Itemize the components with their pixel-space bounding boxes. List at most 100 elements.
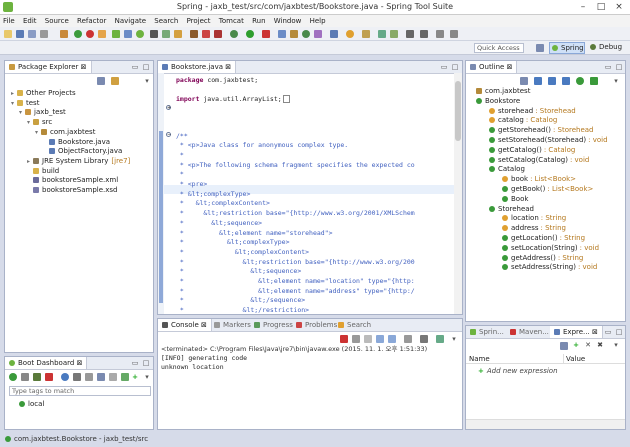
tree-item[interactable]: build [27,167,59,176]
outline-item[interactable]: com.jaxbtest [476,87,530,96]
outline-item[interactable]: getBook(): List<Book> [502,185,593,194]
menu-window[interactable]: Window [271,15,305,27]
build-icon[interactable] [60,30,68,38]
tree-item[interactable]: ▸ Other Projects [11,89,76,98]
spring-icon[interactable] [112,30,120,38]
search-icon[interactable] [346,30,354,38]
apply-icon[interactable] [162,30,170,38]
debug-start-icon[interactable] [33,373,41,381]
new-java-project-icon[interactable] [278,30,286,38]
tree-item[interactable]: ▾ test [11,99,39,108]
boot-target-local[interactable]: local [19,400,44,409]
close-tab-icon[interactable]: ⊠ [77,359,83,367]
terminate-icon[interactable] [340,335,348,343]
collapse-icon[interactable] [109,373,117,381]
tree-item[interactable]: ▾ src [27,118,52,127]
menu-run[interactable]: Run [249,15,268,27]
menu-project[interactable]: Project [184,15,214,27]
menu-help[interactable]: Help [307,15,329,27]
outline-item[interactable]: book: List<Book> [502,175,576,184]
tomcat-icon[interactable] [98,30,106,38]
deploy-icon[interactable] [124,30,132,38]
scroll-lock-icon[interactable] [376,335,384,343]
maximize-view-icon[interactable]: □ [615,328,623,336]
external-tools-icon[interactable] [262,30,270,38]
column-value[interactable]: Value [566,354,585,364]
save-all-icon[interactable] [28,30,36,38]
maximize-view-icon[interactable]: □ [142,359,150,367]
next-annotation-icon[interactable] [390,30,398,38]
stop-icon[interactable] [45,373,53,381]
menu-navigate[interactable]: Navigate [112,15,149,27]
open-console-icon[interactable] [436,335,444,343]
tab-maven[interactable]: Maven... [506,326,553,338]
hide-local-types-icon[interactable] [576,77,584,85]
link-icon[interactable] [590,77,598,85]
outline-item[interactable]: Book [502,195,528,204]
last-edit-icon[interactable] [436,30,444,38]
outline-item[interactable]: setLocation(String): void [502,244,599,253]
tab-spring[interactable]: Sprin... [466,326,508,338]
outline-item[interactable]: getStorehead(): Storehead [489,126,594,135]
outline-item[interactable]: getAddress(): String [502,254,583,263]
word-wrap-icon[interactable] [388,335,396,343]
tab-progress[interactable]: Progress [250,319,297,331]
minimize-view-icon[interactable]: ▭ [604,63,612,71]
edit-icon[interactable] [85,373,93,381]
forward-icon[interactable] [420,30,428,38]
display-console-icon[interactable] [420,335,428,343]
outline-item[interactable]: Bookstore [476,97,520,106]
maximize-view-icon[interactable]: □ [451,63,459,71]
view-menu-icon[interactable]: ▾ [612,341,620,349]
menu-refactor[interactable]: Refactor [74,15,109,27]
tab-package-explorer[interactable]: Package Explorer ⊠ [5,61,92,73]
outline-item[interactable]: location: String [502,214,566,223]
menu-search[interactable]: Search [151,15,181,27]
close-tab-icon[interactable]: ⊠ [507,63,513,71]
outline-item[interactable]: Catalog [489,165,525,174]
tree-item[interactable]: Bookstore.java [43,138,110,147]
minimize-view-icon[interactable]: ▭ [440,63,448,71]
server-start-icon[interactable] [74,30,82,38]
sort-icon[interactable] [520,77,528,85]
view-menu-icon[interactable]: ▾ [612,77,620,85]
minimize-view-icon[interactable]: ▭ [604,328,612,336]
menu-tomcat[interactable]: Tomcat [216,15,247,27]
tag-filter-input[interactable]: Type tags to match [9,386,151,396]
close-button[interactable]: × [610,1,628,13]
back-icon[interactable] [406,30,414,38]
fold-marker-comment[interactable]: − [166,132,171,138]
open-perspective-icon[interactable] [536,44,544,52]
save-icon[interactable] [16,30,24,38]
server-stop-icon[interactable] [86,30,94,38]
console-icon[interactable] [73,373,81,381]
outline-item[interactable]: getLocation(): String [502,234,585,243]
outline-item[interactable]: Storehead [489,205,534,214]
run-icon[interactable] [246,30,254,38]
tab-search[interactable]: Search [334,319,375,331]
folded-block-icon[interactable] [282,95,290,104]
column-name[interactable]: Name [469,354,490,364]
open-browser-icon[interactable] [61,373,69,381]
minimize-view-icon[interactable]: ▭ [131,359,139,367]
clear-console-icon[interactable] [364,335,372,343]
add-new-expression[interactable]: + Add new expression [478,367,558,376]
editor-vscrollbar[interactable] [454,73,462,314]
outline-item[interactable]: catalog: Catalog [489,116,557,125]
outline-item[interactable]: setAddress(String): void [502,263,597,272]
pin-console-icon[interactable] [404,335,412,343]
outline-item[interactable]: storehead: Storehead [489,107,576,116]
minimize-view-icon[interactable]: ▭ [131,63,139,71]
view-menu-icon[interactable]: ▾ [450,335,458,343]
tab-outline[interactable]: Outline ⊠ [466,61,518,73]
close-tab-icon[interactable]: ⊠ [592,328,598,336]
close-tab-icon[interactable]: ⊠ [201,321,207,329]
start-icon[interactable] [9,373,17,381]
properties-icon[interactable] [97,373,105,381]
tree-item[interactable]: ▾ jaxb_test [19,108,66,117]
hide-static-icon[interactable] [548,77,556,85]
tab-bookstore-java[interactable]: Bookstore.java ⊠ [158,61,237,73]
debug-perspective-button[interactable]: Debug [588,42,626,54]
scroll-thumb[interactable] [455,81,461,141]
tree-item[interactable]: bookstoreSample.xsd [27,186,117,195]
